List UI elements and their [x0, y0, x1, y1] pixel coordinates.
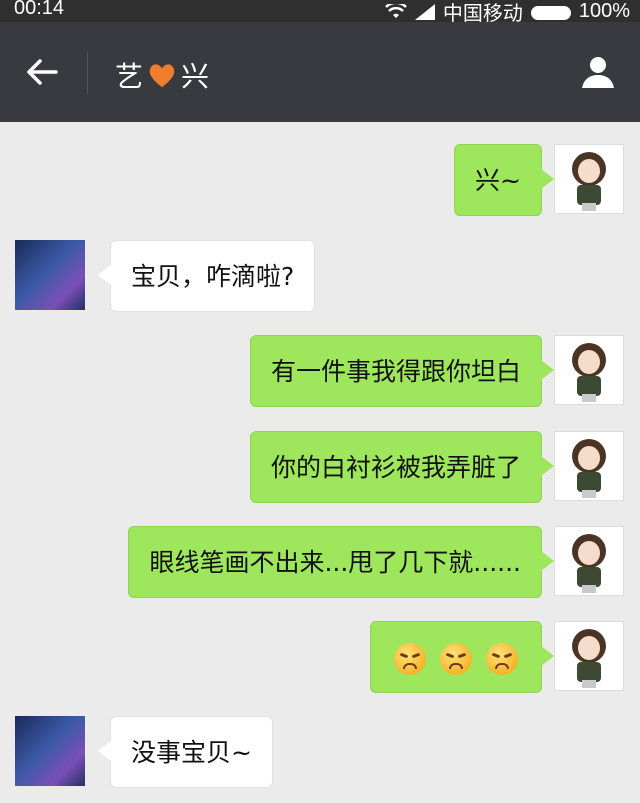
message-bubble-sent[interactable]: 兴~: [454, 144, 554, 216]
signal-icon: [414, 3, 435, 20]
chat-title: 艺 兴: [115, 55, 209, 95]
person-icon: [582, 57, 614, 88]
message-bubble-received[interactable]: 宝贝，咋滴啦?: [97, 240, 316, 312]
my-avatar[interactable]: [554, 621, 624, 691]
cartoon-girl-avatar-icon: [572, 152, 606, 211]
title-left: 艺: [115, 60, 144, 93]
cartoon-girl-avatar-icon: [572, 343, 606, 402]
message-bubble-sent[interactable]: 你的白衬衫被我弄脏了: [249, 431, 555, 503]
heart-icon: [149, 64, 175, 88]
pleading-face-icon: [394, 643, 427, 675]
message-bubble-sent[interactable]: 眼线笔画不出来...甩了几下就......: [128, 526, 554, 598]
pleading-face-icon: [440, 643, 473, 675]
my-avatar[interactable]: [554, 431, 624, 501]
cartoon-girl-avatar-icon: [572, 439, 606, 498]
back-button[interactable]: [22, 52, 62, 92]
battery-level: 100%: [578, 0, 630, 22]
header-divider: [87, 52, 88, 94]
cartoon-girl-avatar-icon: [572, 534, 606, 593]
message-bubble-sent[interactable]: 有一件事我得跟你坦白: [249, 335, 555, 407]
battery-icon: [530, 5, 571, 20]
message-bubble-received[interactable]: 没事宝贝~: [98, 716, 273, 788]
message-bubble-sent[interactable]: [370, 621, 554, 693]
chat-area[interactable]: 兴~ 宝贝，咋滴啦? 有一件事我得跟你坦白 你的白衬衫被我弄脏了 眼线笔画不出来…: [0, 122, 640, 803]
contact-avatar[interactable]: [15, 716, 85, 786]
my-avatar[interactable]: [554, 526, 624, 596]
chat-header: 艺 兴: [0, 22, 640, 122]
status-time: 00:14: [14, 0, 65, 19]
pleading-face-icon: [486, 643, 518, 675]
wifi-icon: [384, 3, 407, 18]
cartoon-girl-avatar-icon: [572, 629, 606, 688]
my-avatar[interactable]: [554, 144, 624, 214]
my-avatar[interactable]: [554, 335, 624, 405]
profile-button[interactable]: [578, 52, 618, 92]
contact-avatar[interactable]: [15, 240, 85, 310]
arrow-left-icon: [27, 59, 58, 85]
status-bar: 00:14 中国移动 100%: [0, 0, 640, 25]
title-right: 兴: [181, 60, 210, 93]
